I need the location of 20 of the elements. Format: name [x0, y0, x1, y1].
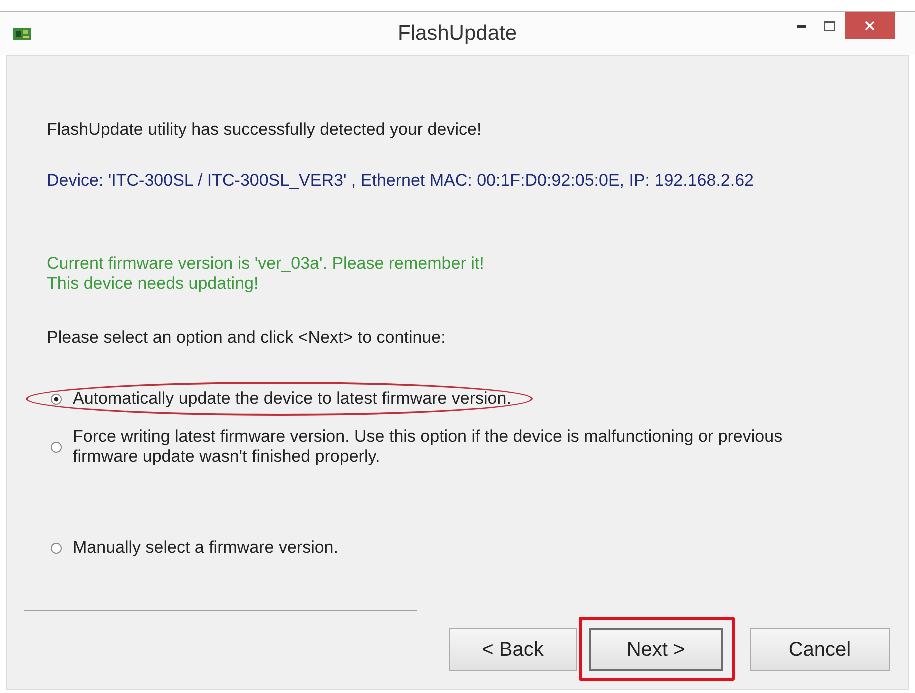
circuit-board-icon	[13, 28, 31, 40]
dialog-button[interactable]: Next >	[589, 628, 723, 671]
intro-text: FlashUpdate utility has successfully detected your device!	[47, 120, 482, 140]
device-info-text: Device: 'ITC-300SL / ITC-300SL_VER3' , Ethernet MAC: 00:1F:D0:92:05:0E, IP: 192.168.2.62	[47, 171, 754, 191]
firmware-option[interactable]: Force writing latest firmware version. Use this option if the device is malfunctioning or previous firmware update wasn't finished properly.	[47, 427, 813, 467]
firmware-option[interactable]: Automatically update the device to latest firmware version.	[47, 389, 512, 409]
close-icon	[865, 20, 875, 30]
prompt-text: Please select an option and click <Next> to continue:	[47, 328, 446, 348]
radio-button[interactable]	[51, 542, 62, 554]
radio-button[interactable]	[51, 442, 62, 452]
minimize-icon	[796, 25, 806, 28]
firmware-option[interactable]: Manually select a firmware version.	[47, 538, 338, 558]
status-text: Current firmware version is 'ver_03a'. Please remember it!	[47, 254, 484, 274]
status-text: This device needs updating!	[47, 274, 259, 294]
maximize-icon	[824, 20, 834, 30]
radio-button[interactable]	[51, 394, 62, 404]
window-title: FlashUpdate	[398, 20, 518, 47]
dialog-button[interactable]: Cancel	[750, 628, 890, 671]
close-button[interactable]	[845, 12, 895, 39]
dialog-button[interactable]: < Back	[449, 628, 577, 671]
